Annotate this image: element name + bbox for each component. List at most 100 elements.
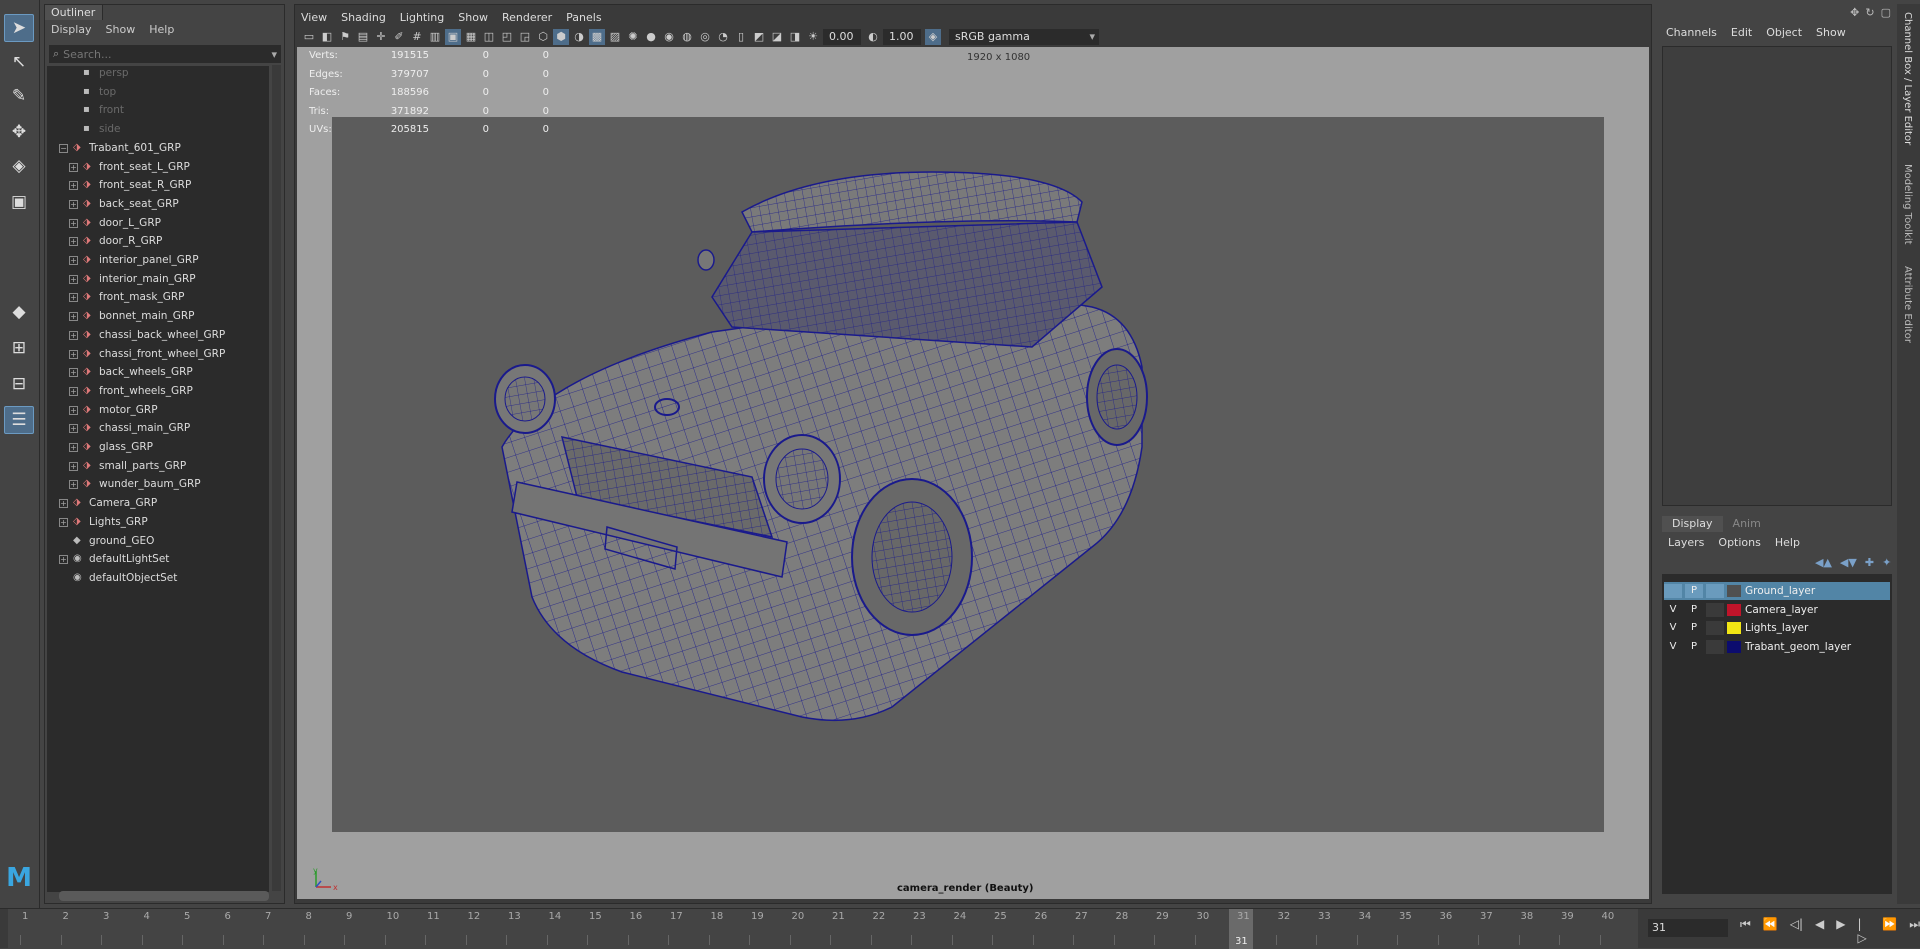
outliner-item[interactable]: + ⬗ Camera_GRP (47, 494, 267, 513)
outliner-menu-display[interactable]: Display (51, 21, 92, 39)
layer-row[interactable]: V P Lights_layer (1664, 619, 1890, 637)
outliner-item[interactable]: ▪ top (47, 83, 267, 102)
single-view-icon[interactable]: ◆ (4, 298, 34, 326)
expand-icon[interactable]: + (69, 293, 78, 303)
outliner-item[interactable]: + ⬗ chassi_back_wheel_GRP (47, 326, 267, 345)
layer-row[interactable]: V P Camera_layer (1664, 601, 1890, 619)
layer-row[interactable]: P Ground_layer (1664, 582, 1890, 600)
play-backwards-icon[interactable]: ◀ (1815, 917, 1824, 945)
viewport-menu-renderer[interactable]: Renderer (502, 9, 552, 27)
outliner-item[interactable]: + ⬗ small_parts_GRP (47, 457, 267, 476)
layer-menu-layers[interactable]: Layers (1668, 534, 1704, 552)
outliner-item[interactable]: + ⬗ back_seat_GRP (47, 195, 267, 214)
channel-box-area[interactable] (1662, 46, 1892, 506)
wireframe-on-shaded-icon[interactable]: ▩ (589, 29, 605, 45)
film-gate-icon[interactable]: ▥ (427, 29, 443, 45)
layer-visibility-toggle[interactable]: V (1664, 603, 1682, 617)
grid-icon[interactable]: # (409, 29, 425, 45)
outliner-vertical-scrollbar[interactable] (272, 65, 281, 891)
move-tool-icon[interactable]: ✥ (4, 118, 34, 146)
outliner-item[interactable]: ▪ front (47, 101, 267, 120)
layer-display-type-toggle[interactable] (1706, 621, 1724, 636)
outliner-item[interactable]: ◆ ground_GEO (47, 532, 267, 551)
expand-icon[interactable]: + (69, 274, 78, 284)
outliner-item[interactable]: + ⬗ motor_GRP (47, 401, 267, 420)
outliner-item[interactable]: ▪ side (47, 120, 267, 139)
wireframe-icon[interactable]: ⬡ (535, 29, 551, 45)
field-chart-icon[interactable]: ◫ (481, 29, 497, 45)
layer-playback-toggle[interactable]: P (1685, 584, 1703, 598)
expand-icon[interactable]: + (69, 443, 78, 452)
camera-attributes-icon[interactable]: ◧ (319, 29, 335, 45)
move-layer-down-icon[interactable]: ◀▼ (1840, 556, 1857, 569)
smooth-shade-icon[interactable]: ⬢ (553, 29, 569, 45)
outliner-item[interactable]: + ⬗ front_wheels_GRP (47, 382, 267, 401)
new-layer-from-selection-icon[interactable]: ✦ (1882, 556, 1891, 569)
safe-title-icon[interactable]: ◲ (517, 29, 533, 45)
chevron-down-icon[interactable]: ▾ (271, 48, 277, 61)
side-tab-modeling-toolkit[interactable]: Modeling Toolkit (1902, 164, 1913, 245)
outliner-horizontal-scrollbar[interactable] (59, 891, 269, 901)
xray-joints-icon[interactable]: ◪ (769, 29, 785, 45)
rotate-tool-icon[interactable]: ◈ (4, 152, 34, 180)
step-forward-key-icon[interactable]: ⏩ (1882, 917, 1897, 945)
gamma-icon[interactable]: ◐ (865, 29, 881, 45)
time-slider-track[interactable]: 1 2 3 4 5 6 7 8 9 10 11 12 13 14 15 16 17 18 19 20 21 22 23 24 2… (8, 909, 1638, 949)
layer-color-swatch[interactable] (1727, 640, 1741, 653)
outliner-item[interactable]: + ⬗ front_seat_R_GRP (47, 176, 267, 195)
expand-icon[interactable]: + (69, 312, 78, 322)
layer-display-type-toggle[interactable] (1706, 584, 1724, 598)
outliner-item[interactable]: ▪ persp (47, 66, 267, 83)
channel-box-menu-show[interactable]: Show (1816, 24, 1846, 42)
collapse-icon[interactable]: − (59, 143, 68, 153)
move-layer-up-icon[interactable]: ◀▲ (1815, 556, 1832, 569)
viewport-menu-view[interactable]: View (301, 9, 327, 27)
gamma-field[interactable]: 1.00 (883, 29, 921, 45)
layer-visibility-toggle[interactable] (1664, 584, 1682, 598)
two-view-icon[interactable]: ⊟ (4, 370, 34, 398)
viewport-menu-shading[interactable]: Shading (341, 9, 386, 27)
sync-icon[interactable]: ↻ (1865, 6, 1874, 19)
expand-icon[interactable]: + (69, 181, 78, 191)
layer-menu-help[interactable]: Help (1775, 534, 1800, 552)
safe-action-icon[interactable]: ◰ (499, 29, 515, 45)
xray-active-icon[interactable]: ◨ (787, 29, 803, 45)
exposure-field[interactable]: 0.00 (823, 29, 861, 45)
expand-icon[interactable]: + (69, 424, 78, 434)
bookmark-icon[interactable]: ⚑ (337, 29, 353, 45)
select-camera-icon[interactable]: ▭ (301, 29, 317, 45)
expand-icon[interactable]: + (69, 349, 78, 359)
outliner-item[interactable]: + ⬗ front_mask_GRP (47, 288, 267, 307)
outliner-item[interactable]: + ⬗ front_seat_L_GRP (47, 158, 267, 177)
tab-display[interactable]: Display (1662, 516, 1723, 532)
side-tab-attribute-editor[interactable]: Attribute Editor (1902, 266, 1913, 343)
image-plane-icon[interactable]: ▤ (355, 29, 371, 45)
outliner-item[interactable]: ◉ defaultObjectSet (47, 569, 267, 588)
step-back-key-icon[interactable]: ⏪ (1763, 917, 1778, 945)
select-tool-icon[interactable]: ➤ (4, 14, 34, 42)
layer-display-type-toggle[interactable] (1706, 602, 1724, 617)
expand-icon[interactable]: + (69, 480, 78, 490)
screen-space-ao-icon[interactable]: ◉ (661, 29, 677, 45)
depth-of-field-icon[interactable]: ◔ (715, 29, 731, 45)
motion-blur-icon[interactable]: ◍ (679, 29, 695, 45)
new-empty-layer-icon[interactable]: ✚ (1865, 556, 1874, 569)
layer-row[interactable]: V P Trabant_geom_layer (1664, 638, 1890, 656)
outliner-item[interactable]: + ⬗ door_L_GRP (47, 214, 267, 233)
layer-visibility-toggle[interactable]: V (1664, 621, 1682, 635)
resolution-gate-icon[interactable]: ▣ (445, 29, 461, 45)
four-view-icon[interactable]: ⊞ (4, 334, 34, 362)
outliner-layout-icon[interactable]: ☰ (4, 406, 34, 434)
step-back-frame-icon[interactable]: ◁| (1790, 917, 1803, 945)
channel-box-menu-channels[interactable]: Channels (1666, 24, 1717, 42)
xray-icon[interactable]: ◩ (751, 29, 767, 45)
channel-box-menu-edit[interactable]: Edit (1731, 24, 1752, 42)
expand-icon[interactable]: + (69, 405, 78, 415)
viewport-canvas[interactable]: Verts: 191515 0 0 Edges: 379707 0 0 Faces: 188596… (297, 47, 1649, 899)
pin-icon[interactable]: ✥ (1850, 6, 1859, 19)
expand-icon[interactable]: + (69, 256, 78, 265)
use-all-lights-icon[interactable]: ✺ (625, 29, 641, 45)
outliner-item[interactable]: + ⬗ glass_GRP (47, 438, 267, 457)
step-forward-frame-icon[interactable]: |▷ (1858, 917, 1871, 945)
default-material-icon[interactable]: ◑ (571, 29, 587, 45)
